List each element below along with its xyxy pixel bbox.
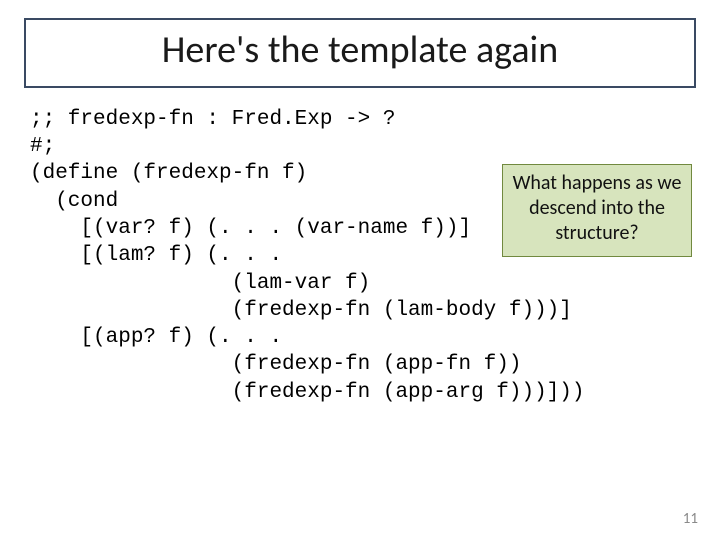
page-number: 11 — [683, 510, 698, 528]
slide: Here's the template again ;; fredexp-fn … — [0, 0, 720, 540]
page-title: Here's the template again — [40, 30, 680, 72]
title-box: Here's the template again — [24, 18, 696, 88]
callout-box: What happens as we descend into the stru… — [502, 164, 692, 257]
